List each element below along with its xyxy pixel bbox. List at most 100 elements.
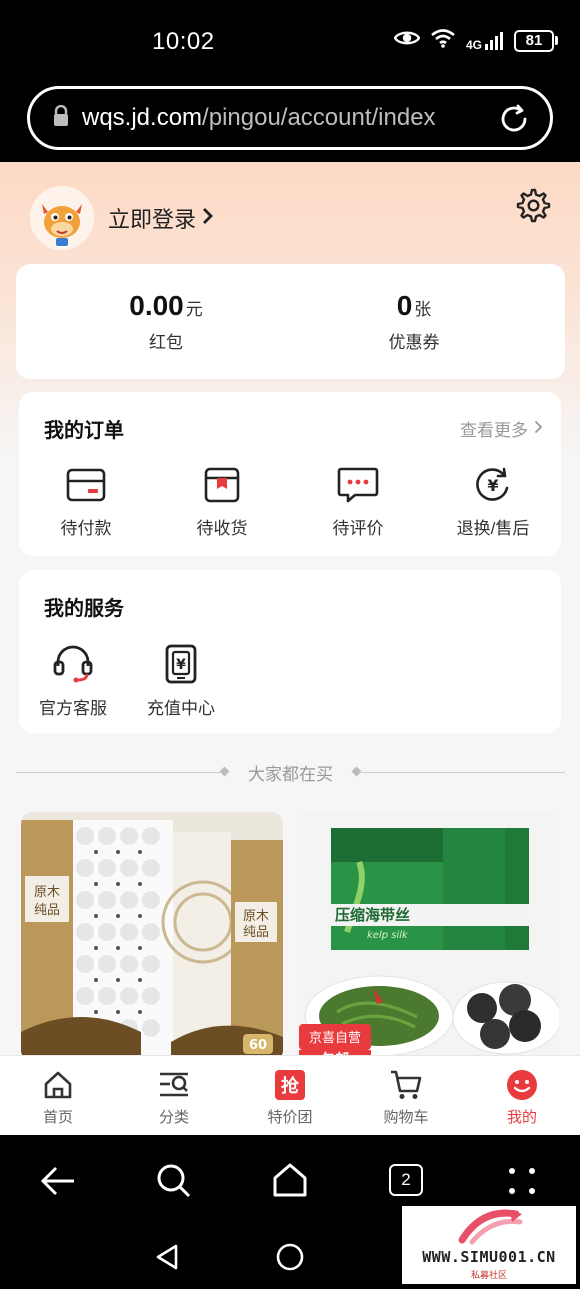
package-icon <box>167 466 277 504</box>
orders-title: 我的订单 <box>44 420 124 442</box>
lock-icon <box>52 104 70 132</box>
order-pending-payment[interactable]: 待付款 <box>31 466 141 539</box>
bottom-nav: 首页 分类 抢 特价团 购物车 我的 <box>0 1055 580 1135</box>
coupon-summary[interactable]: 0张 优惠券 <box>314 290 514 353</box>
kelp-product-image: 压缩海带丝 kelp silk 京喜自营 包邮 <box>297 812 559 1055</box>
order-item-label: 待付款 <box>60 519 112 538</box>
nav-back-triangle-icon[interactable] <box>154 1243 180 1276</box>
order-item-label: 待评价 <box>332 519 384 538</box>
roll-count-badge: 60 <box>249 1038 267 1053</box>
tissue-product-image: 原木 纯品 原木 纯品 60 <box>21 812 283 1055</box>
login-label: 立即登录 <box>108 207 197 232</box>
watermark-subtext: 私募社区 <box>470 1270 507 1280</box>
battery-icon: 81 <box>514 29 558 52</box>
product-card-kelp[interactable]: 压缩海带丝 kelp silk 京喜自营 包邮 <box>297 812 559 1055</box>
status-icons: 4G 81 <box>393 28 558 53</box>
category-icon <box>116 1068 232 1102</box>
red-packet-label: 红包 <box>149 333 183 352</box>
red-packet-value: 0.00 <box>129 290 184 321</box>
kelp-title: 压缩海带丝 <box>335 906 410 924</box>
smiley-icon <box>464 1068 580 1102</box>
home-icon[interactable] <box>272 1163 308 1202</box>
nav-category[interactable]: 分类 <box>116 1056 232 1135</box>
recharge-icon: ¥ <box>131 644 231 684</box>
watermark-logo-icon <box>458 1209 523 1245</box>
tab-count-value: 2 <box>401 1170 411 1189</box>
url-path: /pingou/account/index <box>202 104 436 131</box>
nav-mine[interactable]: 我的 <box>464 1056 580 1135</box>
gear-icon[interactable] <box>515 188 551 229</box>
nav-label: 购物车 <box>383 1109 429 1126</box>
reload-icon[interactable] <box>498 103 530 140</box>
services-card: 我的服务 官方客服 ¥ 充值中心 <box>19 570 561 733</box>
view-more-label: 查看更多 <box>460 421 528 440</box>
battery-level: 81 <box>514 29 554 52</box>
svg-text:¥: ¥ <box>487 476 498 495</box>
cart-icon <box>348 1068 464 1102</box>
orders-card: 我的订单 查看更多 待付款 待收货 待评价 ¥ 退换/售后 <box>19 392 561 556</box>
nav-label: 分类 <box>158 1109 189 1126</box>
red-packet-summary[interactable]: 0.00 元 红包 <box>66 290 266 353</box>
nav-home-circle-icon[interactable] <box>276 1243 304 1276</box>
status-bar: 10:02 4G 81 <box>0 0 580 84</box>
nav-label: 特价团 <box>267 1109 313 1126</box>
grab-deal-icon-text: 抢 <box>281 1075 300 1097</box>
url-text: wqs.jd.com/pingou/account/index <box>82 104 474 132</box>
service-item-label: 官方客服 <box>39 699 107 718</box>
back-arrow-icon[interactable] <box>40 1165 76 1202</box>
watermark-text: WWW.SIMU001.CN <box>422 1248 556 1266</box>
more-dots-icon[interactable] <box>508 1167 536 1200</box>
brand-text-right: 原木 <box>243 909 269 924</box>
coupon-unit: 张 <box>414 300 432 319</box>
headset-icon <box>23 644 123 684</box>
services-title: 我的服务 <box>44 598 124 620</box>
self-operated-badge: 京喜自营 <box>309 1031 361 1046</box>
svg-text:纯品: 纯品 <box>34 903 60 918</box>
coupon-value: 0 <box>396 290 413 321</box>
nav-home[interactable]: 首页 <box>0 1056 116 1135</box>
account-page: 立即登录 0.00 元 红包 0张 优惠券 我的订单 查看更多 待付款 待收货 … <box>0 162 580 1055</box>
refund-icon: ¥ <box>438 466 548 504</box>
service-recharge-center[interactable]: ¥ 充值中心 <box>131 644 231 719</box>
grab-deal-icon: 抢 <box>232 1068 348 1102</box>
service-item-label: 充值中心 <box>147 699 215 718</box>
status-time: 10:02 <box>152 28 215 55</box>
address-bar[interactable]: wqs.jd.com/pingou/account/index <box>27 86 553 150</box>
eye-icon <box>393 29 421 52</box>
nav-cart[interactable]: 购物车 <box>348 1056 464 1135</box>
svg-text:纯品: 纯品 <box>243 925 269 940</box>
avatar[interactable] <box>30 186 94 250</box>
order-pending-receipt[interactable]: 待收货 <box>167 466 277 539</box>
url-host: wqs.jd.com <box>82 104 203 131</box>
wifi-icon <box>430 28 456 53</box>
network-type: 4G <box>465 37 482 52</box>
wallet-card-icon <box>31 466 141 504</box>
cell-signal-icon: 4G <box>466 31 504 51</box>
order-refund-aftersale[interactable]: ¥ 退换/售后 <box>438 466 548 539</box>
wallet-card: 0.00 元 红包 0张 优惠券 <box>16 264 565 379</box>
chevron-right-icon <box>202 205 214 231</box>
order-pending-review[interactable]: 待评价 <box>303 466 413 539</box>
chevron-right-icon <box>534 419 543 439</box>
divider-line-right <box>361 772 565 773</box>
nav-deals[interactable]: 抢 特价团 <box>232 1056 348 1135</box>
view-more-orders-link[interactable]: 查看更多 <box>460 416 543 441</box>
order-item-label: 退换/售后 <box>456 519 530 538</box>
search-icon[interactable] <box>156 1163 192 1204</box>
login-link[interactable]: 立即登录 <box>108 202 214 234</box>
nav-label: 首页 <box>42 1109 73 1126</box>
browser-toolbar: wqs.jd.com/pingou/account/index <box>0 84 580 162</box>
coupon-label: 优惠券 <box>388 333 440 352</box>
nav-label: 我的 <box>506 1109 537 1126</box>
comment-icon <box>303 466 413 504</box>
service-customer-support[interactable]: 官方客服 <box>23 644 123 719</box>
svg-text:kelp silk: kelp silk <box>367 930 409 941</box>
tabs-count-button[interactable]: 2 <box>389 1164 423 1196</box>
watermark: WWW.SIMU001.CN 私募社区 <box>402 1206 576 1284</box>
red-packet-unit: 元 <box>185 300 203 319</box>
product-card-tissue[interactable]: 原木 纯品 原木 纯品 60 <box>21 812 283 1055</box>
brand-text-left: 原木 <box>34 885 60 900</box>
home-icon <box>0 1068 116 1102</box>
recommend-divider: 大家都在买 <box>16 758 565 788</box>
mascot-icon <box>30 186 94 250</box>
